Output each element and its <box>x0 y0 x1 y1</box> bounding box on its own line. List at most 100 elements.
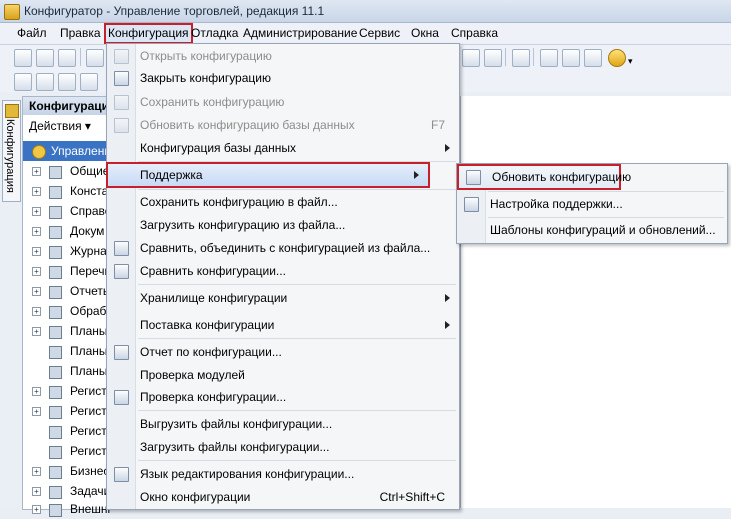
cut-icon[interactable] <box>86 49 104 67</box>
tree-item[interactable]: Регист <box>23 421 113 441</box>
tree-item[interactable]: + Журна <box>23 241 113 261</box>
menu-item-config-report[interactable]: Отчет по конфигурации... <box>107 341 459 363</box>
info-icon[interactable] <box>608 49 626 67</box>
configuration-menu: Открыть конфигурацию Закрыть конфигураци… <box>106 43 460 510</box>
redo-icon[interactable] <box>484 49 502 67</box>
expand-icon[interactable]: + <box>32 307 41 316</box>
menu-item-load-from-file[interactable]: Загрузить конфигурацию из файла... <box>107 214 459 236</box>
chevron-down-icon[interactable]: ▾ <box>628 49 636 66</box>
calc-registers-icon <box>49 446 62 459</box>
menu-item-delivery[interactable]: Поставка конфигурации <box>107 314 459 336</box>
menu-item-save-to-file[interactable]: Сохранить конфигурацию в файл... <box>107 191 459 213</box>
menu-item-config-window[interactable]: Окно конфигурации Ctrl+Shift+C <box>107 486 459 508</box>
debug-icon[interactable] <box>80 73 98 91</box>
tree-root[interactable]: Управление <box>23 141 113 161</box>
menu-separator <box>138 284 456 285</box>
save-file-icon[interactable] <box>58 49 76 67</box>
tree-item[interactable]: Планы <box>23 341 113 361</box>
menu-help[interactable]: Справка <box>448 25 501 42</box>
submenu-arrow-icon <box>445 321 450 329</box>
menu-item-open-config[interactable]: Открыть конфигурацию <box>107 45 459 67</box>
close-config-icon <box>114 71 129 86</box>
side-tab-configuration[interactable]: Конфигурация <box>2 100 21 202</box>
submenu-item-support-settings[interactable]: Настройка поддержки... <box>457 193 727 215</box>
update-db-icon[interactable] <box>58 73 76 91</box>
tree-item[interactable]: + Внешні <box>23 499 113 519</box>
tree-item[interactable]: + Регист <box>23 401 113 421</box>
accum-registers-icon <box>49 406 62 419</box>
menu-service[interactable]: Сервис <box>356 25 403 42</box>
tree-item[interactable]: + Конста <box>23 181 113 201</box>
tree-item[interactable]: + Общие <box>23 161 113 181</box>
expand-icon[interactable]: + <box>32 227 41 236</box>
menu-windows[interactable]: Окна <box>408 25 442 42</box>
menu-item-check-modules[interactable]: Проверка модулей <box>107 364 459 386</box>
tree-item[interactable]: + Перечи <box>23 261 113 281</box>
tree-item[interactable]: + Справо <box>23 201 113 221</box>
new-file-icon[interactable] <box>14 49 32 67</box>
menu-item-export-files[interactable]: Выгрузить файлы конфигурации... <box>107 413 459 435</box>
documents-icon <box>49 226 62 239</box>
tree-item[interactable]: + Задачи <box>23 481 113 501</box>
help-icon[interactable] <box>584 49 602 67</box>
syntax-helper-icon[interactable] <box>540 49 558 67</box>
menu-item-update-db-config[interactable]: Обновить конфигурацию базы данных F7 <box>107 114 459 136</box>
constants-icon <box>49 186 62 199</box>
actions-dropdown[interactable]: Действия ▾ <box>29 119 91 133</box>
expand-icon[interactable]: + <box>32 387 41 396</box>
menu-item-support[interactable]: Поддержка <box>106 162 430 188</box>
tree-item[interactable]: Планы <box>23 361 113 381</box>
expand-icon[interactable]: + <box>32 505 41 514</box>
save-config-icon[interactable] <box>36 73 54 91</box>
menu-separator <box>138 460 456 461</box>
submenu-arrow-icon <box>414 171 419 179</box>
expand-icon[interactable]: + <box>32 487 41 496</box>
tree-item[interactable]: + Докум <box>23 221 113 241</box>
expand-icon[interactable]: + <box>32 407 41 416</box>
menu-edit[interactable]: Правка <box>57 25 104 42</box>
menu-item-repository[interactable]: Хранилище конфигурации <box>107 287 459 309</box>
menu-item-compare[interactable]: Сравнить конфигурации... <box>107 260 459 282</box>
menu-file[interactable]: Файл <box>14 25 50 42</box>
window-title: Конфигуратор - Управление торговлей, ред… <box>24 4 325 18</box>
menu-configuration[interactable]: Конфигурация <box>104 23 193 44</box>
undo-icon[interactable] <box>462 49 480 67</box>
config-icon[interactable] <box>14 73 32 91</box>
menu-item-check-config[interactable]: Проверка конфигурации... <box>107 386 459 408</box>
open-file-icon[interactable] <box>36 49 54 67</box>
expand-icon[interactable]: + <box>32 327 41 336</box>
tree-item[interactable]: Регист <box>23 441 113 461</box>
tree-item[interactable]: + Бизнес <box>23 461 113 481</box>
data-processors-icon <box>49 306 62 319</box>
menu-bar: Файл Правка Конфигурация Отладка Админис… <box>0 23 731 45</box>
menu-item-compare-merge[interactable]: Сравнить, объединить с конфигурацией из … <box>107 237 459 259</box>
expand-icon[interactable]: + <box>32 187 41 196</box>
menu-item-close-config[interactable]: Закрыть конфигурацию <box>107 67 459 89</box>
tree-item[interactable]: + Отчеты <box>23 281 113 301</box>
configuration-tree-panel: Конфигурация Действия ▾ Управление + Общи… <box>22 96 114 517</box>
menu-separator <box>138 410 456 411</box>
expand-icon[interactable]: + <box>32 287 41 296</box>
side-tab-label: Конфигурация <box>4 119 16 193</box>
menu-item-save-config[interactable]: Сохранить конфигурацию <box>107 91 459 113</box>
expand-icon[interactable]: + <box>32 467 41 476</box>
menu-item-import-files[interactable]: Загрузить файлы конфигурации... <box>107 436 459 458</box>
compare-icon <box>114 264 129 279</box>
tree-item[interactable]: + Регист <box>23 381 113 401</box>
tree-item[interactable]: + Планы <box>23 321 113 341</box>
search-help-icon[interactable] <box>562 49 580 67</box>
shortcut-f7: F7 <box>430 118 445 132</box>
submenu-item-update-config[interactable]: Обновить конфигурацию <box>457 164 631 190</box>
menu-administration[interactable]: Администрирование <box>240 25 360 42</box>
menu-debug[interactable]: Отладка <box>188 25 241 42</box>
expand-icon[interactable]: + <box>32 267 41 276</box>
expand-icon[interactable]: + <box>32 247 41 256</box>
expand-icon[interactable]: + <box>32 207 41 216</box>
expand-icon[interactable]: + <box>32 167 41 176</box>
enums-icon <box>49 266 62 279</box>
windows-icon[interactable] <box>512 49 530 67</box>
submenu-item-templates[interactable]: Шаблоны конфигураций и обновлений... <box>457 219 727 241</box>
tree-item[interactable]: + Обрабо <box>23 301 113 321</box>
menu-item-edit-language[interactable]: Язык редактирования конфигурации... <box>107 463 459 485</box>
menu-item-db-config[interactable]: Конфигурация базы данных <box>107 137 459 159</box>
